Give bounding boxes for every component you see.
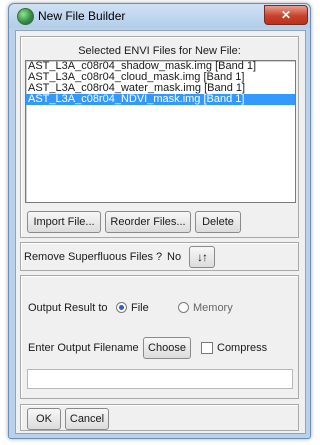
cancel-button[interactable]: Cancel bbox=[65, 408, 109, 430]
reorder-files-button[interactable]: Reorder Files... bbox=[105, 211, 191, 233]
ok-button[interactable]: OK bbox=[27, 408, 61, 430]
filename-label: Enter Output Filename bbox=[28, 342, 139, 354]
compress-label: Compress bbox=[217, 342, 268, 354]
file-list-item[interactable]: AST_L3A_c08r04_NDVI_mask.img [Band 1] bbox=[26, 94, 295, 105]
memory-radio-label: Memory bbox=[193, 302, 233, 314]
file-radio-label: File bbox=[131, 302, 149, 314]
title-bar[interactable]: New File Builder ✕ bbox=[9, 4, 310, 28]
superfluous-label: Remove Superfluous Files ? bbox=[24, 251, 163, 263]
file-radio[interactable] bbox=[116, 302, 127, 313]
file-list-heading: Selected ENVI Files for New File: bbox=[78, 45, 241, 57]
close-button[interactable]: ✕ bbox=[264, 5, 308, 25]
file-list-panel: Selected ENVI Files for New File: AST_L3… bbox=[20, 36, 299, 238]
new-file-builder-window: New File Builder ✕ Selected ENVI Files f… bbox=[8, 3, 311, 439]
memory-radio[interactable] bbox=[178, 302, 189, 313]
superfluous-value: No bbox=[167, 251, 182, 263]
superfluous-panel: Remove Superfluous Files ? No ↓↑ bbox=[20, 242, 299, 271]
dialog-body: Selected ENVI Files for New File: AST_L3… bbox=[15, 30, 306, 434]
output-label: Output Result to bbox=[28, 302, 108, 314]
import-file-button[interactable]: Import File... bbox=[27, 211, 101, 233]
output-panel: Output Result to File Memory Enter Outpu… bbox=[20, 275, 299, 399]
footer-panel: OK Cancel bbox=[20, 404, 299, 431]
window-title: New File Builder bbox=[38, 9, 126, 23]
sort-arrows-icon: ↓↑ bbox=[197, 250, 208, 264]
output-filename-input[interactable] bbox=[27, 369, 293, 389]
file-listbox[interactable]: AST_L3A_c08r04_shadow_mask.img [Band 1] A… bbox=[25, 60, 296, 203]
superfluous-toggle-button[interactable]: ↓↑ bbox=[189, 246, 215, 268]
delete-button[interactable]: Delete bbox=[195, 211, 241, 233]
envi-globe-icon bbox=[17, 8, 34, 25]
choose-button[interactable]: Choose bbox=[143, 337, 191, 359]
compress-checkbox[interactable] bbox=[201, 342, 213, 354]
